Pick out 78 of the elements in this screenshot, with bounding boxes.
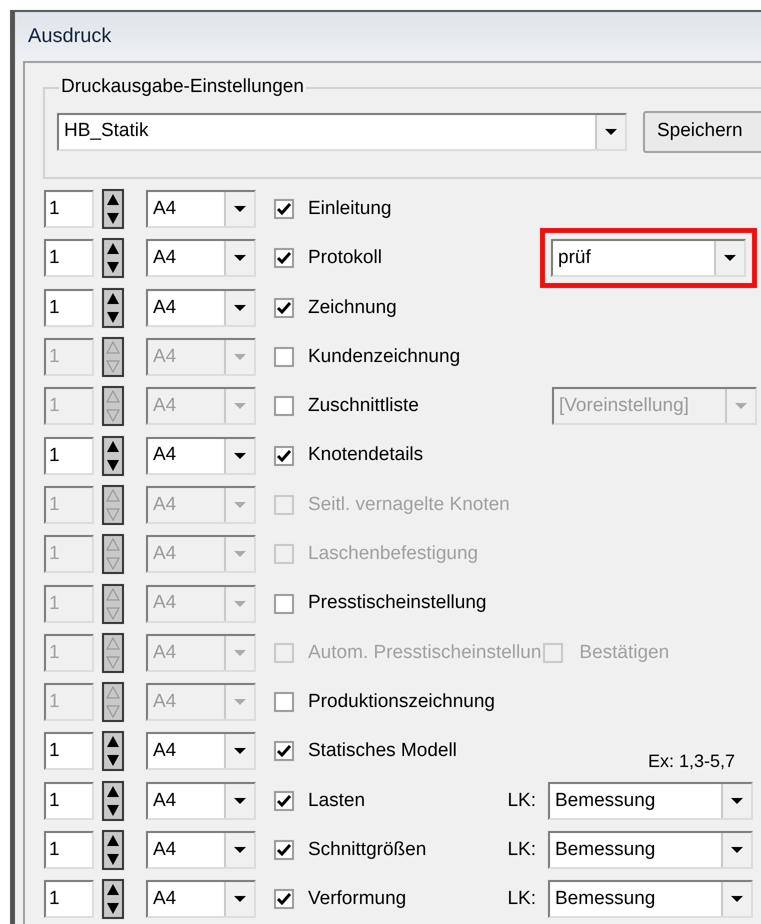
copies-field[interactable]: 1 — [44, 190, 94, 228]
dropdown[interactable]: prüf — [551, 239, 746, 278]
checkbox[interactable] — [274, 298, 294, 318]
checkmark-icon — [277, 893, 291, 906]
checkbox-label: Bestätigen — [579, 640, 670, 665]
dropdown[interactable]: Bemessung — [548, 782, 753, 820]
paper-dropdown[interactable]: A4 — [146, 732, 256, 770]
spin-arrows-icon[interactable] — [102, 238, 124, 278]
checkbox[interactable] — [274, 840, 294, 860]
section-label: Lasten — [308, 788, 366, 812]
preset-dropdown[interactable]: HB_Statik — [57, 112, 627, 151]
dropdown[interactable]: Bemessung — [548, 831, 753, 870]
section-label: Verformung — [308, 887, 406, 912]
spin-arrows-icon[interactable] — [102, 386, 124, 426]
spin-arrows-icon[interactable] — [102, 682, 124, 722]
paper-dropdown[interactable]: A4 — [146, 190, 256, 228]
checkbox[interactable] — [274, 790, 294, 811]
spin-arrows-icon[interactable] — [102, 189, 124, 230]
window-title: Ausdruck — [28, 24, 112, 50]
section-label: Zuschnittliste — [308, 394, 419, 418]
checkbox[interactable] — [274, 347, 294, 368]
spin-arrows-icon[interactable] — [102, 337, 124, 378]
copies-field[interactable]: 1 — [44, 288, 94, 327]
dropdown[interactable]: Bemessung — [548, 880, 753, 918]
paper-dropdown[interactable]: A4 — [146, 831, 256, 870]
paper-dropdown[interactable]: A4 — [146, 288, 256, 327]
copies-field[interactable]: 1 — [44, 880, 94, 918]
paper-dropdown[interactable]: A4 — [146, 880, 256, 918]
checkmark-icon — [277, 844, 291, 856]
section-label: Laschenbefestigung — [308, 542, 478, 566]
spin-arrows-icon[interactable] — [102, 632, 124, 673]
copies-field[interactable]: 1 — [44, 436, 94, 475]
paper-dropdown[interactable]: A4 — [146, 782, 256, 820]
section-label: Presstischeinstellung — [308, 591, 486, 616]
spin-arrows-icon[interactable] — [102, 484, 124, 525]
spin-arrows-icon[interactable] — [102, 879, 124, 920]
copies-field[interactable]: 1 — [44, 239, 94, 278]
section-label: Seitl. vernagelte Knoten — [308, 492, 510, 517]
checkmark-icon — [277, 450, 291, 462]
save-button[interactable]: Speichern — [643, 110, 761, 153]
section-label: Protokoll — [308, 246, 382, 270]
checkmark-icon — [277, 252, 291, 264]
checkmark-icon — [277, 302, 291, 314]
section-label: Knotendetails — [308, 443, 424, 468]
section-label: Zeichnung — [308, 296, 397, 320]
checkbox[interactable] — [274, 594, 294, 614]
lk-label: LK: — [507, 788, 536, 812]
spin-arrows-icon[interactable] — [102, 288, 124, 328]
spin-arrows-icon[interactable] — [102, 534, 124, 574]
checkbox[interactable] — [274, 248, 294, 268]
checkbox[interactable] — [274, 889, 294, 910]
spin-arrows-icon[interactable] — [102, 584, 124, 624]
section-label: Produktionszeichnung — [308, 690, 495, 714]
spin-arrows-icon[interactable] — [102, 830, 124, 870]
copies-field[interactable]: 1 — [44, 732, 94, 770]
lk-label: LK: — [507, 838, 536, 862]
paper-dropdown[interactable]: A4 — [146, 436, 256, 475]
section-label: Autom. Presstischeinstellun — [308, 640, 542, 665]
checkmark-icon — [277, 203, 291, 216]
spin-arrows-icon[interactable] — [102, 731, 124, 772]
section-label: Statisches Modell — [308, 739, 457, 764]
section-label: Schnittgrößen — [308, 838, 426, 862]
copies-field[interactable]: 1 — [44, 782, 94, 820]
spin-arrows-icon[interactable] — [102, 436, 124, 476]
checkmark-icon — [277, 794, 291, 807]
copies-field[interactable]: 1 — [44, 831, 94, 870]
hint-text: Ex: 1,3-5,7 — [648, 750, 735, 773]
checkbox[interactable] — [274, 396, 294, 416]
checkbox[interactable] — [274, 741, 294, 762]
section-label: Kundenzeichnung — [308, 344, 460, 369]
section-label: Einleitung — [308, 196, 392, 221]
checkbox[interactable] — [274, 446, 294, 466]
paper-dropdown[interactable]: A4 — [146, 239, 256, 278]
checkbox[interactable] — [274, 692, 294, 712]
checkbox[interactable] — [274, 199, 294, 220]
checkmark-icon — [277, 745, 291, 758]
lk-label: LK: — [507, 887, 536, 912]
spin-arrows-icon[interactable] — [102, 780, 124, 821]
